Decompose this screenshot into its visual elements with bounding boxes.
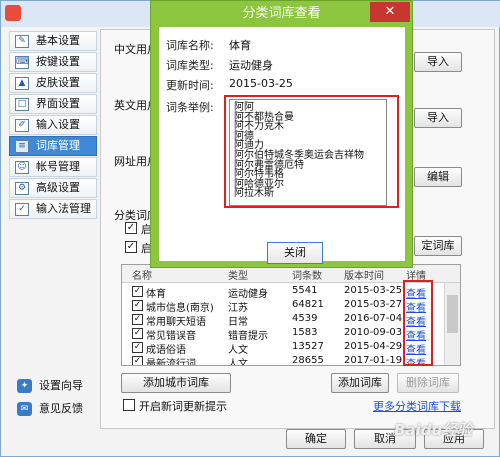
watermark: Baidu经验	[394, 421, 473, 439]
row-checkbox[interactable]: ✓	[132, 300, 143, 311]
sidebar: ✎ 基本设置 ⌨ 按键设置 ▲ 皮肤设置 □ 界面设置 ✐ 输入设置 ≡ 词库管理 ☺ 帐号管…	[9, 29, 97, 449]
row-name: 成语俗语	[146, 345, 186, 356]
ok-button[interactable]: 确定	[286, 429, 346, 449]
add-lib-button[interactable]: 添加词库	[331, 373, 389, 393]
col-type[interactable]: 类型	[228, 267, 248, 282]
wrench-icon: ✎	[15, 35, 29, 48]
table-row[interactable]: ✓ 体育 运动健身 5541 2015-03-25 查看	[122, 285, 444, 300]
row-checkbox[interactable]: ✓	[132, 314, 143, 325]
highlight-box-examples	[224, 95, 399, 208]
sidebar-item-input[interactable]: ✐ 输入设置	[9, 115, 97, 135]
row-count: 1583	[292, 327, 318, 338]
updated-label: 更新时间:	[166, 79, 214, 92]
row-checkbox[interactable]: ✓	[132, 286, 143, 297]
row-date: 2015-03-27	[344, 299, 403, 310]
window-icon: □	[15, 98, 29, 111]
row-count: 13527	[292, 341, 324, 352]
table-row[interactable]: ✓ 常见错误音 错音提示 1583 2010-09-03 查看	[122, 327, 444, 342]
row-date: 2017-01-19	[344, 355, 403, 366]
row-type: 江苏	[228, 303, 248, 314]
feedback-icon: ✉	[17, 402, 32, 416]
new-word-hint-label: 开启新词更新提示	[139, 400, 227, 413]
close-icon[interactable]: ✕	[370, 2, 410, 22]
close-button[interactable]: 关闭	[267, 242, 323, 264]
edit-button[interactable]: 编辑	[414, 167, 462, 187]
shirt-icon: ▲	[15, 77, 29, 90]
row-date: 2015-03-25	[344, 285, 403, 296]
row-date: 2015-04-29	[344, 341, 403, 352]
dialog-body: 词库名称: 体育 词库类型: 运动健身 更新时间: 2015-03-25 词条举…	[159, 27, 405, 264]
dictionary-view-dialog: 分类词库查看 ✕ 词库名称: 体育 词库类型: 运动健身 更新时间: 2015-…	[150, 0, 413, 268]
highlight-box-detail-column	[403, 280, 433, 366]
row-count: 64821	[292, 299, 324, 310]
sidebar-item-basic[interactable]: ✎ 基本设置	[9, 31, 97, 51]
sidebar-item-keys[interactable]: ⌨ 按键设置	[9, 52, 97, 72]
row-count: 28655	[292, 355, 324, 366]
import-button-1[interactable]: 导入	[414, 52, 462, 72]
lib-type-value: 运动健身	[229, 59, 273, 72]
more-libs-link[interactable]: 更多分类词库下载	[373, 398, 461, 414]
feedback-link[interactable]: ✉ 意见反馈	[17, 399, 83, 419]
row-type: 错音提示	[228, 331, 268, 342]
table-row[interactable]: ✓ 成语俗语 人文 13527 2015-04-29 查看	[122, 341, 444, 356]
examples-label: 词条举例:	[166, 101, 214, 114]
row-type: 日常	[228, 317, 248, 328]
sidebar-item-advanced[interactable]: ⚙ 高级设置	[9, 178, 97, 198]
set-lib-button[interactable]: 定词库	[414, 236, 462, 256]
row-checkbox[interactable]: ✓	[132, 356, 143, 365]
add-city-lib-button[interactable]: 添加城市词库	[121, 373, 231, 393]
sidebar-item-ui[interactable]: □ 界面设置	[9, 94, 97, 114]
setup-wizard-link[interactable]: ✦ 设置向导	[17, 376, 83, 396]
table-row[interactable]: ✓ 常用聊天短语 日常 4539 2016-07-04 查看	[122, 313, 444, 328]
row-checkbox[interactable]: ✓	[132, 342, 143, 353]
row-name: 城市信息(南京)	[146, 303, 214, 314]
row-type: 人文	[228, 359, 248, 366]
keyboard-icon: ⌨	[15, 56, 29, 69]
import-button-2[interactable]: 导入	[414, 108, 462, 128]
row-name: 常见错误音	[146, 331, 196, 342]
wizard-icon: ✦	[17, 379, 32, 393]
col-date[interactable]: 版本时间	[344, 267, 384, 282]
lib-name-value: 体育	[229, 39, 251, 52]
table-row[interactable]: ✓ 城市信息(南京) 江苏 64821 2015-03-27 查看	[122, 299, 444, 314]
enable-checkbox-2[interactable]: ✓	[125, 241, 137, 253]
enable-checkbox-1[interactable]: ✓	[125, 222, 137, 234]
user-icon: ☺	[15, 161, 29, 174]
sidebar-item-ime[interactable]: ✓ 输入法管理	[9, 199, 97, 219]
lib-type-label: 词库类型:	[166, 59, 214, 72]
row-type: 人文	[228, 345, 248, 356]
updated-value: 2015-03-25	[229, 77, 293, 90]
row-count: 5541	[292, 285, 318, 296]
col-count[interactable]: 词条数	[292, 267, 322, 282]
app-logo-icon	[5, 5, 21, 21]
row-name: 常用聊天短语	[146, 317, 206, 328]
checkbox-icon: ✓	[15, 203, 29, 216]
row-date: 2010-09-03	[344, 327, 403, 338]
row-type: 运动健身	[228, 289, 268, 300]
table-scrollbar[interactable]	[444, 283, 460, 365]
row-name: 最新流行词	[146, 359, 196, 366]
gear-icon: ⚙	[15, 182, 29, 195]
new-word-hint-checkbox[interactable]	[123, 399, 135, 411]
sidebar-item-skin[interactable]: ▲ 皮肤设置	[9, 73, 97, 93]
table-row[interactable]: ✓ 最新流行词 人文 28655 2017-01-19 查看	[122, 355, 444, 366]
row-date: 2016-07-04	[344, 313, 403, 324]
sidebar-item-account[interactable]: ☺ 帐号管理	[9, 157, 97, 177]
delete-lib-button[interactable]: 删除词库	[397, 373, 459, 393]
col-name[interactable]: 名称	[132, 267, 152, 282]
sidebar-item-dictionary[interactable]: ≡ 词库管理	[9, 136, 97, 156]
row-count: 4539	[292, 313, 318, 324]
row-name: 体育	[146, 289, 166, 300]
pen-icon: ✐	[15, 119, 29, 132]
lib-name-label: 词库名称:	[166, 39, 214, 52]
book-icon: ≡	[15, 140, 29, 153]
row-checkbox[interactable]: ✓	[132, 328, 143, 339]
scrollbar-thumb[interactable]	[447, 295, 458, 333]
